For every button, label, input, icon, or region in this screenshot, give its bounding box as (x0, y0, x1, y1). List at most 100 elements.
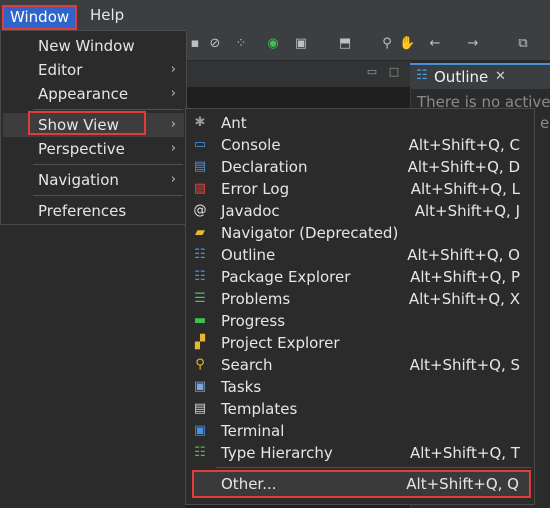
view-item-label: Project Explorer (221, 334, 340, 352)
view-item-project-explorer[interactable]: ▞ Project Explorer (186, 332, 534, 354)
type-hierarchy-icon: ☷ (194, 445, 206, 460)
menu-item-label: Preferences (38, 202, 127, 220)
new-icon[interactable]: ▣ (293, 36, 309, 52)
outline-message-cont: e (540, 114, 550, 132)
search-icon: ⚲ (195, 357, 205, 372)
view-item-label: Templates (221, 400, 298, 418)
view-item-shortcut: Alt+Shift+Q, C (408, 136, 520, 154)
view-item-type-hierarchy[interactable]: ☷ Type Hierarchy Alt+Shift+Q, T (186, 442, 534, 464)
view-item-shortcut: Alt+Shift+Q, D (407, 158, 520, 176)
view-item-error-log[interactable]: ▨ Error Log Alt+Shift+Q, L (186, 178, 534, 200)
view-item-navigator[interactable]: ▰ Navigator (Deprecated) (186, 222, 534, 244)
view-item-package-explorer[interactable]: ☷ Package Explorer Alt+Shift+Q, P (186, 266, 534, 288)
chevron-right-icon: › (170, 62, 176, 77)
navigator-icon: ▰ (195, 225, 205, 240)
maximize-icon[interactable]: □ (388, 66, 400, 78)
view-item-templates[interactable]: ▤ Templates (186, 398, 534, 420)
view-item-label: Other... (221, 475, 277, 493)
outline-tab-icon: ☷ (416, 68, 428, 83)
view-item-label: Terminal (221, 422, 285, 440)
view-item-console[interactable]: ▭ Console Alt+Shift+Q, C (186, 134, 534, 156)
menu-separator (33, 164, 183, 165)
menu-item-label: Perspective (38, 140, 125, 158)
view-item-label: Ant (221, 114, 247, 132)
view-item-label: Declaration (221, 158, 308, 176)
view-item-ant[interactable]: ✱ Ant (186, 112, 534, 134)
menu-item-preferences[interactable]: Preferences (3, 199, 184, 223)
view-item-other[interactable]: Other... Alt+Shift+Q, Q (192, 470, 531, 498)
outline-tab[interactable]: ☷ Outline ✕ (410, 63, 550, 89)
menu-window[interactable]: Window (2, 5, 78, 30)
hand-icon[interactable]: ✋ (399, 36, 415, 52)
javadoc-icon: @ (193, 203, 207, 218)
view-item-tasks[interactable]: ▣ Tasks (186, 376, 534, 398)
toolbar: ▪ ⊘ ⁘ ◉ ▣ ⬒ ⚲ ✋ ← → ⧉ (185, 30, 550, 61)
menu-item-appearance[interactable]: Appearance › (3, 82, 184, 106)
close-icon[interactable]: ✕ (495, 67, 506, 87)
view-item-progress[interactable]: ▬ Progress (186, 310, 534, 332)
view-item-javadoc[interactable]: @ Javadoc Alt+Shift+Q, J (186, 200, 534, 222)
show-view-highlight-box (28, 111, 146, 135)
menu-item-label: Editor (38, 61, 83, 79)
view-item-search[interactable]: ⚲ Search Alt+Shift+Q, S (186, 354, 534, 376)
menu-separator (33, 109, 183, 110)
view-item-declaration[interactable]: ▤ Declaration Alt+Shift+Q, D (186, 156, 534, 178)
back-icon[interactable]: ← (427, 36, 443, 52)
view-item-shortcut: Alt+Shift+Q, J (414, 202, 520, 220)
tasks-icon: ▣ (193, 379, 207, 394)
view-item-label: Console (221, 136, 281, 154)
menu-bar: Window Help (0, 0, 550, 30)
view-item-problems[interactable]: ☰ Problems Alt+Shift+Q, X (186, 288, 534, 310)
outline-icon: ☷ (194, 247, 206, 262)
view-item-label: Tasks (221, 378, 262, 396)
view-item-label: Type Hierarchy (221, 444, 333, 462)
forward-icon[interactable]: → (465, 36, 481, 52)
menu-help[interactable]: Help (84, 5, 130, 26)
submenu-separator (216, 467, 532, 468)
view-item-label: Navigator (Deprecated) (221, 224, 399, 242)
view-item-label: Progress (221, 312, 286, 330)
chevron-right-icon: › (170, 172, 176, 187)
view-item-label: Javadoc (221, 202, 280, 220)
view-item-label: Problems (221, 290, 291, 308)
minimize-icon[interactable]: ▭ (366, 66, 378, 78)
run-icon[interactable]: ◉ (265, 36, 281, 52)
view-item-shortcut: Alt+Shift+Q, P (410, 268, 520, 286)
project-explorer-icon: ▞ (195, 335, 205, 350)
declaration-icon: ▤ (193, 159, 207, 174)
terminal-icon: ▣ (193, 423, 207, 438)
nav-icon[interactable]: ▪ (187, 36, 203, 52)
menu-item-label: New Window (38, 37, 135, 55)
progress-icon: ▬ (193, 313, 207, 328)
chevron-right-icon: › (170, 141, 176, 156)
view-item-label: Outline (221, 246, 276, 264)
restore-icon[interactable]: ⧉ (515, 36, 531, 52)
view-item-terminal[interactable]: ▣ Terminal (186, 420, 534, 442)
menu-item-new-window[interactable]: New Window (3, 34, 184, 58)
menu-item-label: Navigation (38, 171, 119, 189)
view-item-shortcut: Alt+Shift+Q, T (409, 444, 520, 462)
show-view-submenu: ✱ Ant ▭ Console Alt+Shift+Q, C ▤ Declara… (185, 108, 535, 505)
chevron-right-icon: › (170, 86, 176, 101)
console-icon: ▭ (193, 137, 207, 152)
view-item-label: Error Log (221, 180, 290, 198)
annotation-icon[interactable]: ⬒ (337, 36, 353, 52)
menu-item-perspective[interactable]: Perspective › (3, 137, 184, 161)
view-item-shortcut: Alt+Shift+Q, L (410, 180, 520, 198)
menu-item-editor[interactable]: Editor › (3, 58, 184, 82)
menu-separator (33, 195, 183, 196)
view-item-label: Package Explorer (221, 268, 351, 286)
view-item-shortcut: Alt+Shift+Q, Q (406, 475, 519, 493)
outline-tab-title: Outline (434, 68, 489, 86)
debug-icon[interactable]: ⁘ (233, 36, 249, 52)
menu-item-navigation[interactable]: Navigation › (3, 168, 184, 192)
templates-icon: ▤ (193, 401, 207, 416)
pin-icon[interactable]: ⚲ (379, 36, 395, 52)
package-explorer-icon: ☷ (194, 269, 206, 284)
view-item-shortcut: Alt+Shift+Q, X (408, 290, 520, 308)
view-item-outline[interactable]: ☷ Outline Alt+Shift+Q, O (186, 244, 534, 266)
link-icon[interactable]: ⊘ (207, 36, 223, 52)
view-item-label: Search (221, 356, 273, 374)
view-item-shortcut: Alt+Shift+Q, S (409, 356, 520, 374)
problems-icon: ☰ (194, 291, 206, 306)
